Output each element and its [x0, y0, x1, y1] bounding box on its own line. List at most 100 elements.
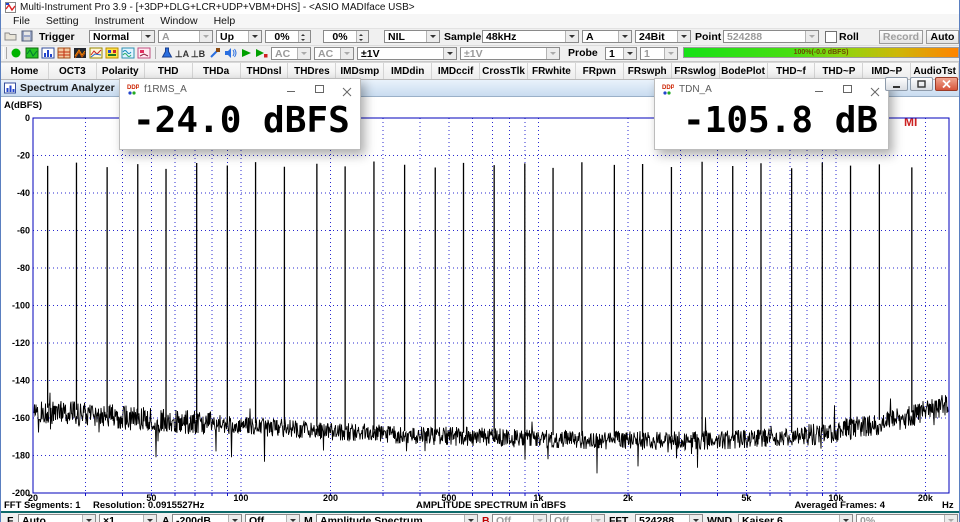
tab-thd-f[interactable]: THD~f — [768, 63, 816, 79]
freq-range-select[interactable]: Auto — [18, 514, 96, 522]
ddp-window-tdn-titlebar[interactable]: DDP TDN_A — [655, 79, 888, 99]
trigger-filter-select[interactable]: NIL — [384, 30, 440, 43]
roll-checkbox[interactable] — [825, 31, 837, 43]
toolbar-grip[interactable] — [3, 47, 7, 59]
spectrum-analyzer-icon-small — [4, 82, 16, 94]
svg-text:0: 0 — [25, 113, 30, 123]
close-icon[interactable] — [342, 84, 352, 94]
trigger-mode-select[interactable]: Normal — [89, 30, 155, 43]
sound-device-icon[interactable] — [222, 46, 237, 60]
menu-instrument[interactable]: Instrument — [87, 15, 153, 27]
trigger-sampling-toolbar: Trigger Normal A Up 0% 0% NIL Sample 48k… — [1, 29, 959, 46]
probe-cal-a-icon[interactable]: ⊥A — [175, 46, 190, 60]
maximize-icon[interactable] — [314, 84, 324, 94]
tab-thd-p[interactable]: THD~P — [815, 63, 863, 79]
spectrum-plot-panel: A(dBFS) MI FFT Segments: 1 Resolution: 0… — [1, 97, 959, 511]
fft-size-select[interactable]: 524288 — [635, 514, 703, 522]
svg-text:-180: -180 — [12, 451, 30, 461]
probe-label: Probe — [568, 47, 598, 59]
range-a-select[interactable]: ±1V — [357, 47, 457, 60]
save-icon[interactable] — [19, 29, 34, 43]
ddp-viewer-icon[interactable] — [104, 46, 119, 60]
a-label: A — [162, 515, 170, 522]
minimize-icon[interactable] — [286, 84, 296, 94]
freq-zoom-select[interactable]: ×1 — [99, 514, 157, 522]
calibration-icon[interactable] — [207, 46, 222, 60]
mdi-window-buttons — [885, 77, 958, 91]
roll-label: Roll — [839, 31, 859, 43]
ddp-window-rms[interactable]: DDP f1RMS_A -24.0 dBFS — [119, 78, 361, 150]
menu-help[interactable]: Help — [206, 15, 244, 27]
oscilloscope-icon[interactable] — [24, 46, 39, 60]
minimize-icon[interactable] — [885, 77, 908, 91]
spectrum-analyzer-icon[interactable] — [40, 46, 55, 60]
auto-button[interactable]: Auto — [926, 30, 959, 44]
signal-generator-icon[interactable] — [159, 46, 174, 60]
sample-label: Sample — [444, 31, 481, 43]
multimeter-icon[interactable] — [56, 46, 71, 60]
rms-value: -24.0 dBFS — [120, 99, 360, 143]
sample-rate-select[interactable]: 48kHz — [482, 30, 579, 43]
probe-cal-b-icon[interactable]: ⊥B — [191, 46, 206, 60]
mi-logo: MI — [904, 115, 917, 129]
trigger-delay-spinner[interactable]: 0% — [323, 30, 369, 43]
title-bar: Multi-Instrument Pro 3.9 - [+3DP+DLG+LCR… — [1, 0, 959, 14]
tab-frpwn[interactable]: FRpwn — [576, 63, 624, 79]
menu-file[interactable]: File — [5, 15, 38, 27]
y-axis-label: A(dBFS) — [4, 100, 42, 111]
tab-imddin[interactable]: IMDdin — [384, 63, 432, 79]
mode-select[interactable]: Amplitude Spectrum — [316, 514, 478, 522]
trigger-edge-select[interactable]: Up — [216, 30, 262, 43]
b-ref-select: Off — [550, 514, 605, 522]
a-ref-select[interactable]: Off — [245, 514, 300, 522]
trigger-level-spinner[interactable]: 0% — [265, 30, 311, 43]
tab-crosstlk[interactable]: CrossTlk — [480, 63, 528, 79]
device-test-plan-icon[interactable] — [136, 46, 151, 60]
probe-a-select[interactable]: 1 — [605, 47, 637, 60]
data-logger-icon[interactable] — [88, 46, 103, 60]
tab-thd[interactable]: THD — [145, 63, 193, 79]
ddp-window-rms-titlebar[interactable]: DDP f1RMS_A — [120, 79, 360, 99]
menu-window[interactable]: Window — [152, 15, 205, 27]
minimize-icon[interactable] — [814, 84, 824, 94]
play-loop-icon[interactable] — [253, 46, 268, 60]
ddp-icon: DDP — [126, 83, 139, 96]
tab-imdccif[interactable]: IMDccif — [432, 63, 480, 79]
tab-thdnsl[interactable]: THDnsl — [241, 63, 289, 79]
close-icon[interactable] — [870, 84, 880, 94]
ddp-window-tdn[interactable]: DDP TDN_A -105.8 dB — [654, 78, 889, 150]
tab-thdres[interactable]: THDres — [288, 63, 336, 79]
tab-frwhite[interactable]: FRwhite — [528, 63, 576, 79]
menu-setting[interactable]: Setting — [38, 15, 87, 27]
derived-data-icon[interactable] — [120, 46, 135, 60]
spectrum-plot[interactable]: A(dBFS) MI FFT Segments: 1 Resolution: 0… — [1, 97, 960, 511]
tab-home[interactable]: Home — [1, 63, 49, 79]
tab-thda[interactable]: THDa — [193, 63, 241, 79]
a-range-select[interactable]: -200dB — [172, 514, 242, 522]
m-label: M — [304, 515, 313, 522]
restore-icon[interactable] — [910, 77, 933, 91]
run-icon[interactable] — [8, 46, 23, 60]
tab-polarity[interactable]: Polarity — [97, 63, 145, 79]
tab-frswlog[interactable]: FRswlog — [672, 63, 720, 79]
ddp-window-tdn-title: TDN_A — [679, 84, 712, 95]
tab-frswph[interactable]: FRswph — [624, 63, 672, 79]
open-file-icon[interactable] — [3, 29, 18, 43]
window-title: Multi-Instrument Pro 3.9 - [+3DP+DLG+LCR… — [20, 2, 415, 13]
window-function-select[interactable]: Kaiser 6 — [738, 514, 853, 522]
tab-oct3[interactable]: OCT3 — [49, 63, 97, 79]
svg-text:100: 100 — [233, 493, 248, 503]
coupling-b-select: AC — [314, 47, 354, 60]
instrument-input-toolbar: ⊥A ⊥B AC AC ±1V ±1V Probe 1 1 100%(-0.0 … — [1, 46, 959, 62]
maximize-icon[interactable] — [842, 84, 852, 94]
f-label: F — [7, 515, 13, 522]
svg-text:DDP: DDP — [127, 85, 139, 91]
close-icon[interactable] — [935, 77, 958, 91]
sample-channel-select[interactable]: A — [582, 30, 632, 43]
tab-bodeplot[interactable]: BodePlot — [720, 63, 768, 79]
probe-b-select: 1 — [640, 47, 678, 60]
spectrum-3d-plot-icon[interactable] — [72, 46, 87, 60]
sample-bits-select[interactable]: 24Bit — [635, 30, 691, 43]
tab-imdsmp[interactable]: IMDsmp — [336, 63, 384, 79]
play-icon[interactable] — [238, 46, 253, 60]
